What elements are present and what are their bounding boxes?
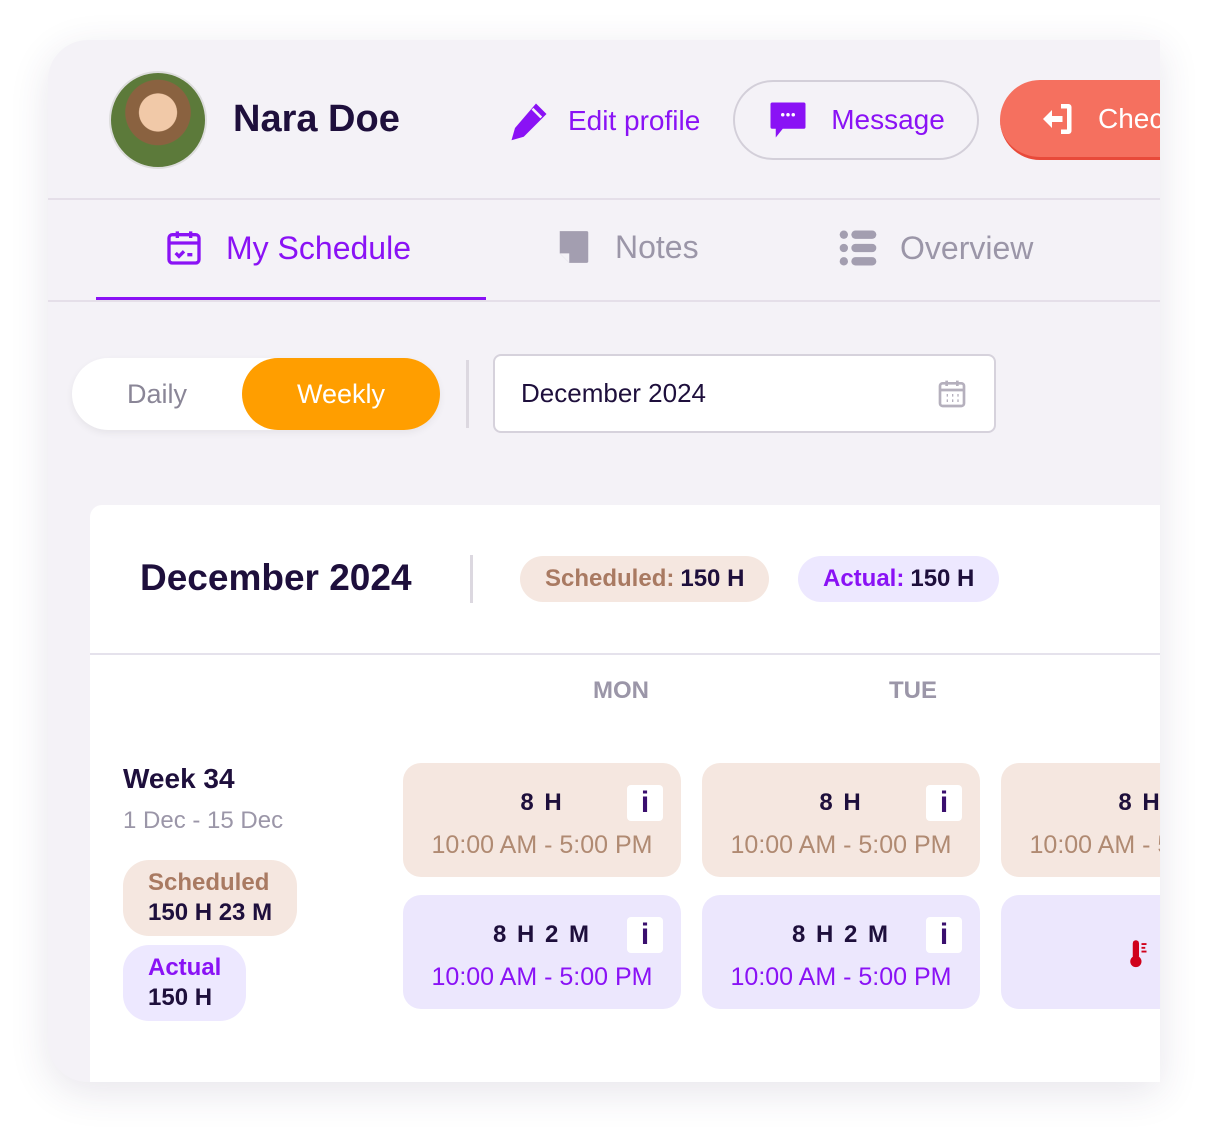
user-name: Nara Doe (233, 98, 400, 140)
badge-value: 150 H (910, 565, 975, 592)
badge-value: 150 H (680, 565, 745, 592)
tab-label: My Schedule (226, 229, 411, 266)
actual-total-badge: Actual: 150 H (798, 556, 1000, 602)
message-label: Message (831, 104, 945, 135)
message-button[interactable]: Message (733, 80, 979, 160)
info-icon[interactable]: i (627, 785, 663, 821)
thermometer-icon (1130, 940, 1147, 968)
info-icon[interactable]: i (627, 917, 663, 953)
tab-label: Notes (615, 228, 699, 265)
scheduled-total-badge: Scheduled: 150 H (520, 556, 770, 602)
list-icon (839, 230, 877, 266)
divider (470, 555, 473, 603)
pencil-icon (511, 103, 547, 141)
divider (90, 653, 1160, 655)
month-picker-value: December 2024 (521, 378, 706, 408)
scheduled-shift-cell[interactable]: 8 Hi10:00 AM - 5:00 PM (403, 763, 681, 877)
week-scheduled-badge: Scheduled 150 H 23 M (123, 860, 298, 936)
daily-toggle[interactable]: Daily (72, 358, 242, 430)
badge-label: Scheduled (148, 869, 270, 896)
schedule-card: December 2024 Scheduled: 150 H Actual: 150… (90, 505, 1160, 1082)
sign-out-icon (1043, 103, 1072, 134)
week-label: Week 34 (123, 763, 235, 794)
check-out-button[interactable]: Check (1000, 80, 1160, 160)
sick-day-cell[interactable] (1001, 895, 1160, 1009)
note-icon (559, 231, 589, 263)
calendar-icon (167, 231, 201, 265)
check-label: Check (1098, 102, 1160, 134)
edit-profile-button[interactable]: Edit profile (508, 100, 700, 142)
tab-overview[interactable]: Overview (838, 228, 1033, 268)
badge-label: Actual (148, 954, 222, 981)
actual-shift-cell[interactable]: 8 H 2 Mi 10:00 AM - 5:00 PM (403, 895, 681, 1009)
shift-time: 10:00 AM - 5:00 PM (730, 963, 952, 991)
view-toggle: Daily Weekly (72, 358, 440, 430)
badge-value: 150 H 23 M (148, 899, 273, 926)
calendar-icon (938, 380, 966, 407)
divider (48, 198, 1160, 200)
tab-my-schedule[interactable]: My Schedule (164, 228, 411, 268)
day-header-mon: MON (593, 677, 649, 704)
shift-time: 10:00 AM - 5:00 PM (431, 963, 653, 991)
chat-bubble-icon (770, 102, 806, 138)
badge-label: Actual: (823, 565, 905, 592)
edit-profile-label: Edit profile (568, 105, 701, 136)
avatar (109, 71, 207, 169)
info-icon[interactable]: i (926, 785, 962, 821)
shift-time: 10:00 AM - 5:00 PM (730, 831, 952, 859)
week-actual-badge: Actual 150 H (123, 945, 247, 1021)
day-header-tue: TUE (889, 677, 937, 704)
badge-label: Scheduled: (545, 565, 675, 592)
scheduled-shift-cell[interactable]: 8 Hi10:00 AM - 5:00 PM (1001, 763, 1160, 877)
schedule-title: December 2024 (140, 557, 412, 598)
actual-shift-cell[interactable]: 8 H 2 Mi 10:00 AM - 5:00 PM (702, 895, 980, 1009)
scheduled-shift-cell[interactable]: 8 Hi10:00 AM - 5:00 PM (702, 763, 980, 877)
shift-time: 10:00 AM - 5:00 PM (1029, 831, 1160, 859)
tab-label: Overview (900, 229, 1034, 266)
info-icon[interactable]: i (926, 917, 962, 953)
weekly-toggle[interactable]: Weekly (242, 358, 440, 430)
month-picker[interactable]: December 2024 (493, 354, 996, 433)
divider (48, 300, 1160, 302)
divider (466, 360, 469, 428)
profile-panel: Nara Doe Edit profile Message Check My S… (48, 40, 1160, 1082)
week-range: 1 Dec - 15 Dec (123, 807, 284, 834)
tab-notes[interactable]: Notes (555, 228, 699, 266)
badge-value: 150 H (148, 984, 213, 1011)
shift-time: 10:00 AM - 5:00 PM (431, 831, 653, 859)
shift-hours: 8 H (1118, 789, 1160, 816)
